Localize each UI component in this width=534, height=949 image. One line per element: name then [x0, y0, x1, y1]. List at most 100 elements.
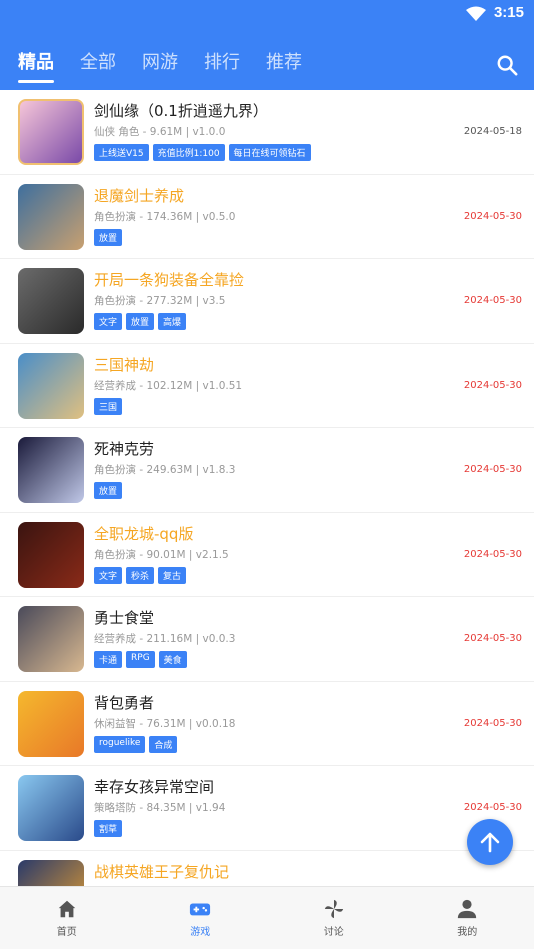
game-date: 2024-05-30: [463, 548, 522, 560]
arrow-up-icon: [480, 832, 500, 853]
game-meta: 经营养成 - 211.16M | v0.0.3: [94, 633, 236, 645]
scroll-top-button[interactable]: [467, 819, 513, 865]
game-date: 2024-05-18: [463, 126, 522, 137]
game-list-item[interactable]: 背包勇者休闲益智 - 76.31M | v0.0.18 roguelike 合成 20…: [0, 682, 534, 766]
game-icon[interactable]: [18, 859, 84, 886]
game-tag: 割草: [94, 820, 123, 837]
nav-mine[interactable]: 我的: [401, 887, 534, 949]
nav-discuss[interactable]: 讨论: [267, 887, 401, 949]
tab-ranking[interactable]: 排行: [204, 48, 240, 82]
game-meta: 经营养成 - 102.12M | v1.0.51: [94, 379, 243, 392]
tab-recommend[interactable]: 推荐: [266, 48, 302, 82]
nav-home[interactable]: 首页: [0, 887, 134, 949]
gamepad-icon: [190, 903, 211, 916]
game-tag: 复古: [158, 566, 187, 584]
game-tag: 文字: [94, 566, 123, 584]
app-header: 3:15 精品 全部 网游 排行 推荐: [0, 0, 534, 90]
game-tags: 文字 秒杀 复古: [94, 566, 424, 584]
game-info: 剑仙缘（0.1折逍遥九界） 仙侠 角色 - 9.61M | v1.0.0 上线送V1…: [94, 100, 424, 161]
person-icon: [458, 899, 477, 919]
game-tags: 文字 放置 高爆: [94, 313, 424, 330]
game-title[interactable]: 全职龙城-qq版: [94, 523, 424, 544]
game-list-item[interactable]: 勇士食堂经营养成 - 211.16M | v0.0.3 卡通 RPG 美食 2024-0…: [0, 597, 534, 682]
game-date: 2024-05-30: [463, 802, 522, 813]
game-list-item[interactable]: 死神克劳 角色扮演 - 249.63M | v1.8.3 放置 2024-05-30: [0, 428, 534, 513]
game-title[interactable]: 勇士食堂: [94, 607, 424, 628]
nav-home-label: 首页: [56, 927, 77, 938]
game-meta: 角色扮演 - 90.01M | v2.1.5: [94, 548, 229, 561]
game-title[interactable]: 剑仙缘（0.1折逍遥九界）: [94, 100, 424, 121]
game-icon[interactable]: [18, 268, 84, 334]
game-title[interactable]: 背包勇者: [94, 692, 424, 713]
game-tag: 放置: [94, 228, 123, 246]
game-tag: 美食: [158, 651, 187, 668]
game-list-item[interactable]: 开局一条狗装备全靠捡角色扮演 - 277.32M | v3.5 文字 放置 高爆 202…: [0, 259, 534, 344]
game-tag: 三国: [94, 397, 123, 415]
game-title[interactable]: 开局一条狗装备全靠捡: [94, 269, 424, 290]
bottom-nav: 首页 游戏 讨论 我的: [0, 886, 534, 949]
game-tag: 每日在线可领钻石: [228, 144, 311, 161]
game-icon[interactable]: [18, 99, 84, 165]
game-list-item[interactable]: 三国神劫经营养成 - 102.12M | v1.0.51 三国 2024-05-30: [0, 344, 534, 428]
tab-featured[interactable]: 精品: [18, 48, 54, 83]
game-list-item[interactable]: 退魔剑士养成 角色扮演 - 174.36M | v0.5.0 放置 2024-05-3…: [0, 175, 534, 259]
game-list-item[interactable]: 战棋英雄王子复仇记: [0, 851, 534, 886]
game-info: 背包勇者休闲益智 - 76.31M | v0.0.18 roguelike 合成: [94, 692, 424, 753]
game-info: 开局一条狗装备全靠捡角色扮演 - 277.32M | v3.5 文字 放置 高爆: [94, 269, 424, 330]
game-icon[interactable]: [18, 690, 84, 757]
game-icon[interactable]: [18, 775, 84, 841]
game-icon[interactable]: [18, 606, 84, 672]
game-list[interactable]: 剑仙缘（0.1折逍遥九界） 仙侠 角色 - 9.61M | v1.0.0 上线送V1…: [0, 90, 534, 886]
game-tags: 三国: [94, 397, 424, 415]
nav-games[interactable]: 游戏: [134, 887, 268, 949]
game-info: 幸存女孩异常空间策略塔防 - 84.35M | v1.94 割草: [94, 776, 424, 837]
game-tags: 卡通 RPG 美食: [94, 651, 424, 668]
status-bar: 3:15: [0, 0, 534, 30]
game-tag: 放置: [94, 482, 123, 499]
game-tag: 合成: [149, 735, 178, 753]
game-date: 2024-05-30: [463, 379, 522, 391]
tab-online[interactable]: 网游: [142, 48, 178, 82]
game-list-item[interactable]: 幸存女孩异常空间策略塔防 - 84.35M | v1.94 割草 2024-05-3…: [0, 766, 534, 851]
game-date: 2024-05-30: [463, 295, 522, 306]
game-tags: 放置: [94, 482, 424, 499]
game-icon[interactable]: [18, 183, 84, 250]
game-title[interactable]: 死神克劳: [94, 438, 424, 459]
tab-all[interactable]: 全部: [80, 48, 116, 82]
game-meta: 角色扮演 - 277.32M | v3.5: [94, 295, 226, 307]
game-icon[interactable]: [18, 437, 84, 503]
game-title[interactable]: 三国神劫: [94, 354, 424, 375]
game-info: 死神克劳 角色扮演 - 249.63M | v1.8.3 放置: [94, 438, 424, 499]
game-title[interactable]: 战棋英雄王子复仇记: [94, 861, 424, 882]
nav-discuss-label: 讨论: [323, 927, 344, 938]
game-tag: 文字: [94, 313, 123, 330]
game-date: 2024-05-30: [463, 464, 522, 475]
game-meta: 策略塔防 - 84.35M | v1.94: [94, 802, 226, 814]
nav-mine-label: 我的: [457, 927, 478, 938]
game-icon[interactable]: [18, 521, 84, 588]
game-meta: 仙侠 角色 - 9.61M | v1.0.0: [94, 126, 226, 138]
game-title[interactable]: 幸存女孩异常空间: [94, 776, 424, 797]
nav-games-label: 游戏: [190, 927, 211, 938]
game-info: 战棋英雄王子复仇记: [94, 861, 424, 885]
game-list-item[interactable]: 全职龙城-qq版角色扮演 - 90.01M | v2.1.5 文字 秒杀 复古 2024…: [0, 513, 534, 597]
game-date: 2024-05-30: [463, 633, 522, 644]
game-title[interactable]: 退魔剑士养成: [94, 185, 424, 206]
game-date: 2024-05-30: [463, 210, 522, 222]
status-time: 3:15: [493, 4, 524, 21]
game-meta: 休闲益智 - 76.31M | v0.0.18: [94, 717, 236, 730]
search-icon[interactable]: [496, 54, 518, 76]
game-tag: 秒杀: [126, 566, 155, 584]
game-info: 退魔剑士养成 角色扮演 - 174.36M | v0.5.0 放置: [94, 185, 424, 246]
game-tags: 上线送V15 充值比例1:100 每日在线可领钻石: [94, 144, 424, 161]
game-tag: 高爆: [158, 313, 187, 330]
game-tag: 上线送V15: [94, 144, 149, 161]
game-tag: 卡通: [94, 651, 123, 668]
game-tags: 割草: [94, 820, 424, 837]
game-icon[interactable]: [18, 352, 84, 419]
home-icon: [58, 900, 75, 918]
game-tag: 充值比例1:100: [152, 144, 225, 161]
game-date: 2024-05-30: [463, 717, 522, 729]
game-tag: roguelike: [94, 735, 146, 753]
game-list-item[interactable]: 剑仙缘（0.1折逍遥九界） 仙侠 角色 - 9.61M | v1.0.0 上线送V1…: [0, 90, 534, 175]
